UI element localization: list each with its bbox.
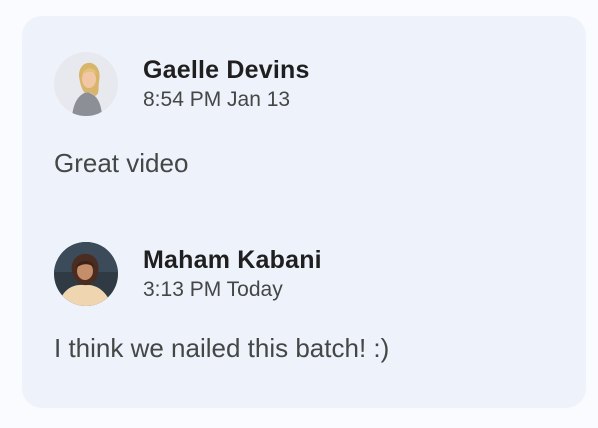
comments-card: Gaelle Devins 8:54 PM Jan 13 Great video… <box>22 16 586 408</box>
comment-item: Maham Kabani 3:13 PM Today I think we na… <box>54 242 566 364</box>
avatar[interactable] <box>54 242 118 306</box>
comment-timestamp: 8:54 PM Jan 13 <box>143 87 291 111</box>
comment-author: Maham Kabani <box>143 245 322 274</box>
comment-author: Gaelle Devins <box>143 55 310 84</box>
user-avatar-icon <box>54 52 118 116</box>
avatar[interactable] <box>54 52 118 116</box>
comment-item: Gaelle Devins 8:54 PM Jan 13 Great video <box>54 52 566 179</box>
comment-meta: Gaelle Devins 8:54 PM Jan 13 <box>143 55 310 114</box>
comment-timestamp: 3:13 PM Today <box>143 277 283 301</box>
comment-meta: Maham Kabani 3:13 PM Today <box>143 245 322 304</box>
comment-text: Great video <box>54 148 189 178</box>
user-avatar-icon <box>54 242 118 306</box>
comment-header: Maham Kabani 3:13 PM Today <box>54 242 566 306</box>
comment-header: Gaelle Devins 8:54 PM Jan 13 <box>54 52 566 116</box>
comment-text: I think we nailed this batch! :) <box>54 333 390 363</box>
